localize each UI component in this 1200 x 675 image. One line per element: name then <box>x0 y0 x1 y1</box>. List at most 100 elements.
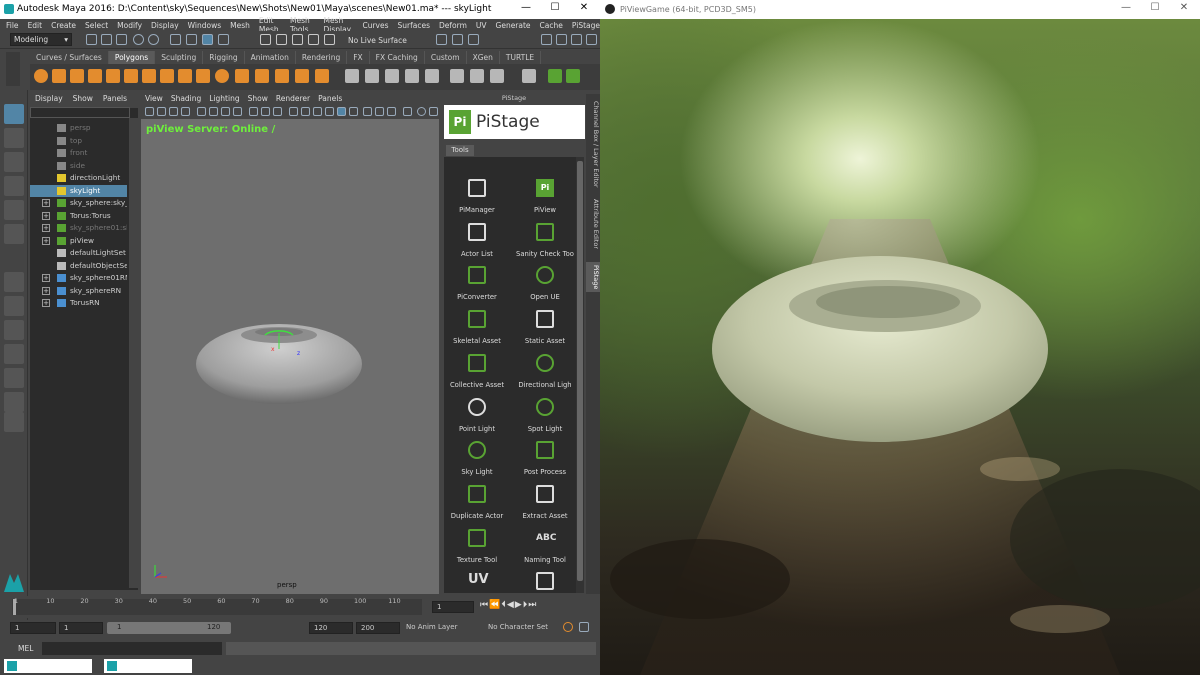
boolean-icon[interactable] <box>275 69 289 83</box>
go-to-start-icon[interactable]: ⏮ <box>480 600 489 610</box>
scale-tool-icon[interactable] <box>4 224 24 244</box>
pistage-scroll-thumb[interactable] <box>577 161 583 581</box>
shelf-tab-fx-caching[interactable]: FX Caching <box>370 51 425 64</box>
smooth-icon[interactable] <box>255 69 269 83</box>
custom-layout-icon[interactable] <box>4 392 24 412</box>
snap-surface-icon[interactable] <box>324 34 335 45</box>
perspective-viewport[interactable]: piView Server: Online / x z persp <box>141 119 439 594</box>
tool-settings-icon[interactable] <box>571 34 582 45</box>
extrude-icon[interactable] <box>315 69 329 83</box>
game-render-view[interactable] <box>600 19 1200 675</box>
scene-start-field[interactable]: 1 <box>10 622 56 634</box>
viewport-menu-view[interactable]: View <box>145 94 163 106</box>
minimized-window-2[interactable] <box>104 659 192 673</box>
menu-select[interactable]: Select <box>85 21 108 30</box>
safe-title-icon[interactable] <box>273 107 282 116</box>
outliner-menu-panels[interactable]: Panels <box>103 94 127 106</box>
outliner-search-input[interactable] <box>30 107 130 118</box>
poly-disc-icon[interactable] <box>142 69 156 83</box>
scene-end-field[interactable]: 200 <box>356 622 400 634</box>
side-tab-pistage[interactable]: PiStage <box>586 262 600 292</box>
separate-icon[interactable] <box>235 69 249 83</box>
motion-blur-icon[interactable] <box>375 107 384 116</box>
lasso-tool-icon[interactable] <box>4 128 24 148</box>
select-component-icon[interactable] <box>202 34 213 45</box>
expand-icon[interactable]: + <box>42 274 50 282</box>
outliner-item[interactable]: front <box>30 147 127 159</box>
shelf-tab-sculpting[interactable]: Sculpting <box>155 51 204 64</box>
mode-select[interactable]: Modeling ▾ <box>10 33 72 46</box>
snap-point-icon[interactable] <box>292 34 303 45</box>
poly-pyramid-icon[interactable] <box>160 69 174 83</box>
wireframe-icon[interactable] <box>289 107 298 116</box>
close-button[interactable]: ✕ <box>570 2 598 16</box>
pistage-tool-button[interactable]: PiConverter <box>444 266 510 310</box>
outliner-item[interactable]: defaultLightSet <box>30 247 127 259</box>
game-minimize-button[interactable]: — <box>1112 2 1140 16</box>
attribute-editor-icon[interactable] <box>556 34 567 45</box>
menu-uv[interactable]: UV <box>476 21 487 30</box>
game-maximize-button[interactable]: ☐ <box>1141 2 1169 16</box>
minimize-button[interactable]: — <box>512 2 540 16</box>
four-view-layout-icon[interactable] <box>4 296 24 316</box>
pistage-tool-button[interactable]: PiManager <box>444 179 510 223</box>
poly-prism-icon[interactable] <box>178 69 192 83</box>
live-surface-label[interactable]: No Live Surface <box>348 36 407 45</box>
outliner-item[interactable]: + sky_sphere01RN <box>30 272 127 284</box>
outliner-item[interactable]: + sky_sphere01:sky_ <box>30 222 127 234</box>
select-hierarchy-icon[interactable] <box>170 34 181 45</box>
shelf-tab-turtle[interactable]: TURTLE <box>500 51 542 64</box>
shelf-tab-rendering[interactable]: Rendering <box>296 51 348 64</box>
time-slider[interactable]: 1 10 20 30 40 50 60 70 80 90 100 110 1 ⏮⏪⏴◀▶⏵⏭ <box>0 596 600 618</box>
xray-joints-icon[interactable] <box>429 107 438 116</box>
snap-grid-icon[interactable] <box>260 34 271 45</box>
menu-edit[interactable]: Edit <box>28 21 43 30</box>
anim-layer-select[interactable]: No Anim Layer <box>402 622 478 634</box>
pistage-piview-shelf-icon[interactable] <box>566 69 580 83</box>
pistage-tool-button[interactable]: Actor List <box>444 222 510 267</box>
pistage-tool-button[interactable]: Post Process <box>512 441 578 485</box>
playback-end-field[interactable]: 120 <box>309 622 353 634</box>
outliner-item[interactable]: + Torus:Torus <box>30 210 127 222</box>
outliner-item[interactable]: skyLight <box>30 184 127 197</box>
paint-select-tool-icon[interactable] <box>4 152 24 172</box>
poly-sphere-icon[interactable] <box>34 69 48 83</box>
game-close-button[interactable]: ✕ <box>1170 2 1198 16</box>
pistage-shelf-icon[interactable] <box>548 69 562 83</box>
append-polygon-icon[interactable] <box>490 69 504 83</box>
mel-label[interactable]: MEL <box>18 644 33 653</box>
pistage-tool-button[interactable]: Sky Light <box>444 441 510 485</box>
viewport-menu-lighting[interactable]: Lighting <box>209 94 239 106</box>
menu-create[interactable]: Create <box>51 21 76 30</box>
pistage-tool-button[interactable]: Spot Light <box>512 397 578 442</box>
redo-icon[interactable] <box>148 34 159 45</box>
menu-windows[interactable]: Windows <box>188 21 221 30</box>
outliner-item[interactable]: + piView <box>30 235 127 247</box>
camera-attributes-icon[interactable] <box>157 107 166 116</box>
play-forward-icon[interactable]: ▶ <box>515 600 523 610</box>
menu-curves[interactable]: Curves <box>362 21 388 30</box>
combine-icon[interactable] <box>215 69 229 83</box>
safe-action-icon[interactable] <box>261 107 270 116</box>
field-chart-icon[interactable] <box>249 107 258 116</box>
save-scene-icon[interactable] <box>116 34 127 45</box>
expand-icon[interactable]: + <box>42 211 50 220</box>
pistage-tools-tab[interactable]: Tools <box>446 145 474 156</box>
poly-cube-icon[interactable] <box>52 69 66 83</box>
pistage-tool-button[interactable]: Open UE <box>512 266 578 310</box>
smooth-shade-icon[interactable] <box>301 107 310 116</box>
workspace-icon[interactable] <box>541 34 552 45</box>
shelf-options-icon[interactable] <box>6 52 20 86</box>
move-tool-icon[interactable] <box>4 176 24 196</box>
pistage-tool-button[interactable]: Sanity Check Too <box>512 222 578 267</box>
poly-cylinder-icon[interactable] <box>70 69 84 83</box>
viewport-menu-renderer[interactable]: Renderer <box>276 94 310 106</box>
outliner-item[interactable]: directionLight <box>30 172 127 184</box>
persp-graph-layout-icon[interactable] <box>4 344 24 364</box>
bevel-icon[interactable] <box>405 69 419 83</box>
pistage-tool-button[interactable]: Point Light <box>444 397 510 442</box>
offset-loop-icon[interactable] <box>470 69 484 83</box>
outliner-item[interactable]: top <box>30 135 127 147</box>
render-settings-icon[interactable] <box>468 34 479 45</box>
shelf-tab-custom[interactable]: Custom <box>425 51 467 64</box>
